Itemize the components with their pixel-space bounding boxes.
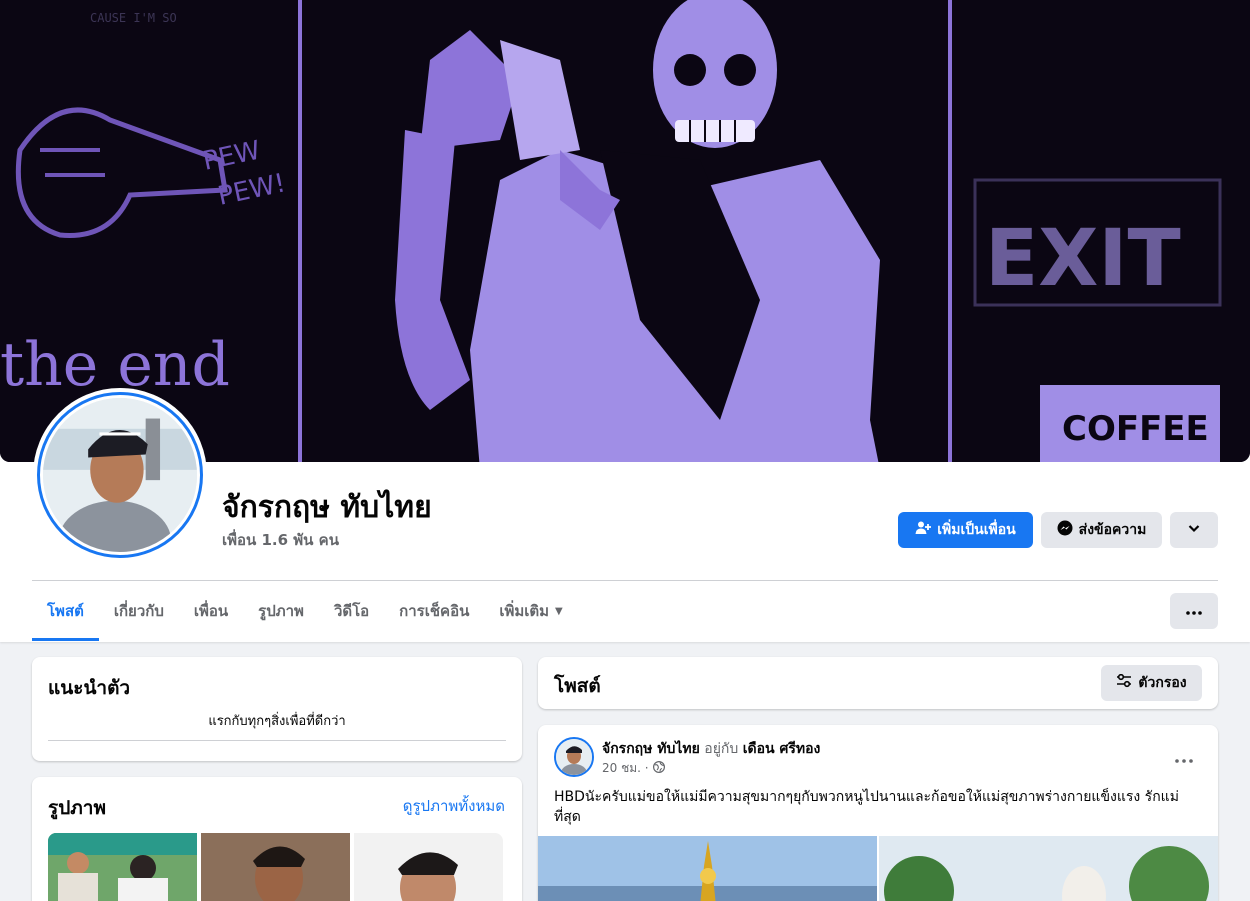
post-tagged-name[interactable]: เดือน ศรีทอง [743, 741, 821, 757]
posts-title: โพสต์ [554, 675, 601, 697]
intro-bio: แรกกับทุกๆสิ่งเพื่อที่ดีกว่า [208, 714, 346, 729]
post-image[interactable] [538, 836, 877, 901]
avatar-image [43, 398, 197, 552]
photos-title: รูปภาพ [48, 797, 106, 819]
photos-card: รูปภาพ ดูรูปภาพทั้งหมด [32, 777, 522, 901]
tab-friends[interactable]: เพื่อน [179, 581, 243, 641]
photo-thumbnail[interactable] [48, 833, 197, 901]
profile-tabs: โพสต์ เกี่ยวกับ เพื่อน รูปภาพ วิดีโอ การ… [32, 581, 578, 641]
post-options-button[interactable] [1166, 739, 1202, 775]
post-meta: 20 ชม. · [602, 759, 665, 778]
globe-icon [652, 760, 665, 776]
tab-photos[interactable]: รูปภาพ [243, 581, 319, 641]
filter-button[interactable]: ตัวกรอง [1101, 665, 1202, 701]
cover-photo[interactable]: PEW PEW! the end EXIT COFFEE CAUSE I'M S… [0, 0, 1250, 462]
messenger-icon [1057, 520, 1073, 540]
tab-videos[interactable]: วิดีโอ [319, 581, 384, 641]
tab-checkins[interactable]: การเช็คอิน [384, 581, 484, 641]
svg-text:COFFEE: COFFEE [1062, 409, 1209, 449]
profile-avatar[interactable] [33, 388, 207, 562]
post-text: HBDนัะครับแม่ขอให้แม่มีความสุขมากๆยุกับพ… [554, 789, 1179, 825]
more-dots-icon [1175, 748, 1193, 767]
post-author-line: จักรกฤษ ทับไทย อยู่กับ เดือน ศรีทอง [602, 738, 820, 760]
profile-header: PEW PEW! the end EXIT COFFEE CAUSE I'M S… [0, 0, 1250, 642]
post-image[interactable] [879, 836, 1218, 901]
intro-title: แนะนำตัว [48, 677, 131, 699]
post-with-word: อยู่กับ [704, 741, 739, 757]
more-options-dropdown[interactable] [1170, 512, 1218, 548]
add-friend-icon [915, 520, 932, 540]
tab-more[interactable]: เพิ่มเติม ▼ [484, 581, 577, 641]
photo-thumbnail[interactable] [201, 833, 350, 901]
add-friend-button[interactable]: เพิ่มเป็นเพื่อน [898, 512, 1033, 548]
post-author-avatar[interactable] [554, 737, 594, 777]
friend-count[interactable]: เพื่อน 1.6 พัน คน [222, 528, 339, 552]
message-button[interactable]: ส่งข้อความ [1041, 512, 1162, 548]
profile-name: จักรกฤษ ทับไทย [222, 490, 432, 525]
message-label: ส่งข้อความ [1078, 522, 1147, 538]
avatar-ring [37, 392, 203, 558]
photo-thumbnail[interactable] [354, 833, 503, 901]
caret-down-icon: ▼ [555, 605, 563, 617]
post-card: จักรกฤษ ทับไทย อยู่กับ เดือน ศรีทอง 20 ช… [538, 725, 1218, 901]
more-dots-icon [1186, 603, 1202, 619]
see-all-photos-link[interactable]: ดูรูปภาพทั้งหมด [403, 794, 505, 818]
intro-card: แนะนำตัว แรกกับทุกๆสิ่งเพื่อที่ดีกว่า [32, 657, 522, 761]
intro-divider [48, 740, 506, 741]
chevron-down-icon [1187, 521, 1201, 539]
post-timestamp[interactable]: 20 ชม. · [602, 759, 649, 778]
filter-icon [1116, 673, 1132, 692]
svg-text:CAUSE I'M SO: CAUSE I'M SO [90, 11, 177, 25]
filter-label: ตัวกรอง [1138, 675, 1187, 691]
tab-about[interactable]: เกี่ยวกับ [99, 581, 179, 641]
tab-posts[interactable]: โพสต์ [32, 581, 99, 641]
tabs-more-button[interactable] [1170, 593, 1218, 629]
posts-header-card: โพสต์ ตัวกรอง [538, 657, 1218, 709]
svg-text:EXIT: EXIT [985, 214, 1181, 304]
post-author-name[interactable]: จักรกฤษ ทับไทย [602, 741, 700, 757]
add-friend-label: เพิ่มเป็นเพื่อน [937, 522, 1016, 538]
